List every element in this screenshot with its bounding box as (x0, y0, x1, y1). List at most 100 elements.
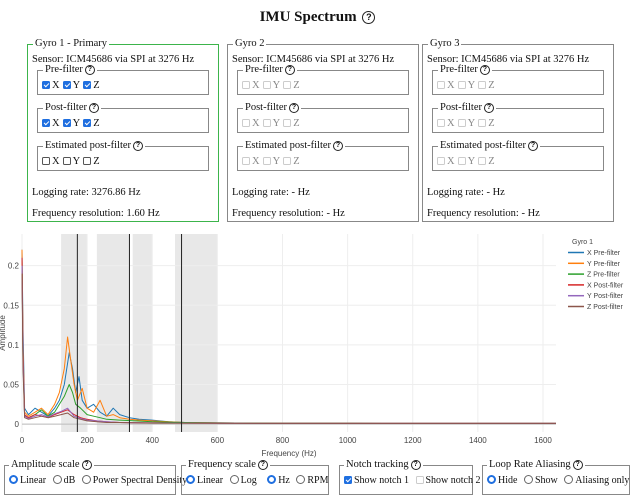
radio-icon[interactable] (564, 475, 574, 484)
pre-filter-x-checkbox[interactable] (242, 81, 250, 89)
est-post-filter-y-checkbox[interactable] (457, 157, 466, 165)
pre-filter-y-label: Y (72, 80, 81, 91)
est-post-filter-x-checkbox[interactable] (42, 157, 50, 165)
frequency-scale-label: Frequency scale (188, 459, 256, 470)
pre-filter-y-checkbox[interactable] (457, 81, 466, 89)
help-icon[interactable]: ? (479, 65, 490, 75)
est-post-filter-x-label: X (252, 156, 260, 167)
pre-filter-z-checkbox[interactable] (478, 81, 487, 89)
post-filter-x-checkbox[interactable] (437, 119, 445, 127)
post-filter-z-checkbox[interactable] (478, 119, 487, 127)
est-post-filter-y-label: Y (467, 156, 476, 167)
radio-icon[interactable] (9, 475, 18, 484)
frequency-resolution: Frequency resolution: 1.60 Hz (32, 208, 160, 219)
est-post-filter-z-checkbox[interactable] (283, 157, 292, 165)
aliasing-show-option[interactable]: Show (523, 475, 558, 486)
radio-icon[interactable] (81, 475, 91, 484)
post-filter-z-checkbox[interactable] (83, 119, 92, 127)
help-icon[interactable]: ? (410, 460, 421, 470)
show-notch-2-option[interactable]: Show notch 2 (415, 475, 481, 486)
post-filter-group: Post-filter? X Y Z (432, 102, 604, 133)
amplitude-linear-option[interactable]: Linear (9, 475, 46, 486)
legend-title: Gyro 1 (572, 239, 593, 246)
x-tick-label: 600 (211, 436, 225, 445)
help-icon[interactable]: ? (362, 11, 376, 24)
post-filter-z-label: Z (488, 118, 495, 129)
x-tick-label: 1000 (339, 436, 357, 445)
post-filter-y-checkbox[interactable] (62, 119, 71, 127)
est-post-filter-y-checkbox[interactable] (62, 157, 71, 165)
frequency-resolution: Frequency resolution: - Hz (427, 208, 540, 219)
post-filter-y-checkbox[interactable] (457, 119, 466, 127)
radio-icon[interactable] (229, 475, 239, 484)
post-filter-y-checkbox[interactable] (262, 119, 271, 127)
post-filter-x-checkbox[interactable] (242, 119, 250, 127)
checkbox-icon[interactable] (415, 476, 424, 484)
frequency-rpm-option[interactable]: RPM (296, 475, 329, 486)
aliasing-hide-option[interactable]: Hide (487, 475, 517, 486)
radio-icon[interactable] (487, 475, 496, 484)
est-post-filter-y-checkbox[interactable] (262, 157, 271, 165)
post-filter-x-label: X (447, 118, 455, 129)
radio-icon[interactable] (52, 475, 62, 484)
legend-entry: Z Pre-filter (587, 272, 620, 279)
radio-icon[interactable] (186, 475, 195, 484)
amplitude-db-option[interactable]: dB (52, 475, 75, 486)
legend-entry: Y Post-filter (587, 293, 624, 300)
x-tick-label: 0 (20, 436, 25, 445)
radio-icon[interactable] (296, 475, 306, 484)
pre-filter-z-checkbox[interactable] (283, 81, 292, 89)
pre-filter-y-label: Y (272, 80, 281, 91)
logging-rate: Logging rate: - Hz (427, 187, 505, 198)
help-icon[interactable]: ? (289, 103, 299, 113)
help-icon[interactable]: ? (133, 141, 144, 151)
gyro-title: Gyro 1 - Primary (33, 38, 110, 50)
help-icon[interactable]: ? (528, 141, 539, 151)
notch-tracking-group: Notch tracking? Show notch 1 Show notch … (339, 459, 481, 495)
pre-filter-y-checkbox[interactable] (62, 81, 71, 89)
help-icon[interactable]: ? (257, 460, 268, 470)
help-icon[interactable]: ? (84, 65, 95, 75)
spectrum-chart: 0 200 400 600 800 1000 1200 1400 1600 0 0.05 0.1 0.1… (0, 234, 624, 458)
x-tick-label: 1200 (404, 436, 422, 445)
est-post-filter-z-checkbox[interactable] (478, 157, 487, 165)
help-icon[interactable]: ? (284, 65, 295, 75)
legend-entry: X Pre-filter (587, 250, 621, 257)
post-filter-x-label: X (52, 118, 60, 129)
help-icon[interactable]: ? (81, 460, 92, 470)
help-icon[interactable]: ? (572, 460, 583, 470)
frequency-linear-option[interactable]: Linear (186, 475, 223, 486)
post-filter-y-label: Y (72, 118, 81, 129)
post-filter-x-checkbox[interactable] (42, 119, 50, 127)
amplitude-psd-option[interactable]: Power Spectral Density (81, 475, 187, 486)
x-tick-label: 1400 (469, 436, 487, 445)
pre-filter-x-checkbox[interactable] (437, 81, 445, 89)
pre-filter-y-checkbox[interactable] (262, 81, 271, 89)
frequency-hz-option[interactable]: Hz (267, 475, 290, 486)
post-filter-label: Post-filter (245, 102, 287, 113)
est-post-filter-x-checkbox[interactable] (242, 157, 250, 165)
post-filter-z-checkbox[interactable] (283, 119, 292, 127)
post-filter-y-label: Y (467, 118, 476, 129)
aliasing-only-option[interactable]: Aliasing only (564, 475, 629, 486)
pre-filter-z-checkbox[interactable] (83, 81, 92, 89)
x-tick-label: 200 (80, 436, 94, 445)
pre-filter-x-checkbox[interactable] (42, 81, 50, 89)
checkbox-icon[interactable] (344, 476, 352, 484)
help-icon[interactable]: ? (89, 103, 99, 113)
radio-icon[interactable] (523, 475, 533, 484)
est-post-filter-x-checkbox[interactable] (437, 157, 445, 165)
gyro-panel-1: Gyro 1 - Primary Sensor: ICM45686 via SPI… (27, 38, 219, 222)
help-icon[interactable]: ? (484, 103, 494, 113)
help-icon[interactable]: ? (333, 141, 344, 151)
x-axis-label: Frequency (Hz) (261, 449, 316, 458)
post-filter-x-label: X (252, 118, 260, 129)
show-notch-1-option[interactable]: Show notch 1 (344, 475, 409, 486)
y-axis-label: Amplitude (0, 315, 7, 351)
post-filter-label: Post-filter (440, 102, 482, 113)
est-post-filter-z-checkbox[interactable] (83, 157, 92, 165)
pre-filter-group: Pre-filter? X Y Z (237, 64, 409, 95)
frequency-log-option[interactable]: Log (229, 475, 257, 486)
radio-icon[interactable] (267, 475, 277, 484)
y-tick-label: 0.2 (8, 262, 20, 271)
